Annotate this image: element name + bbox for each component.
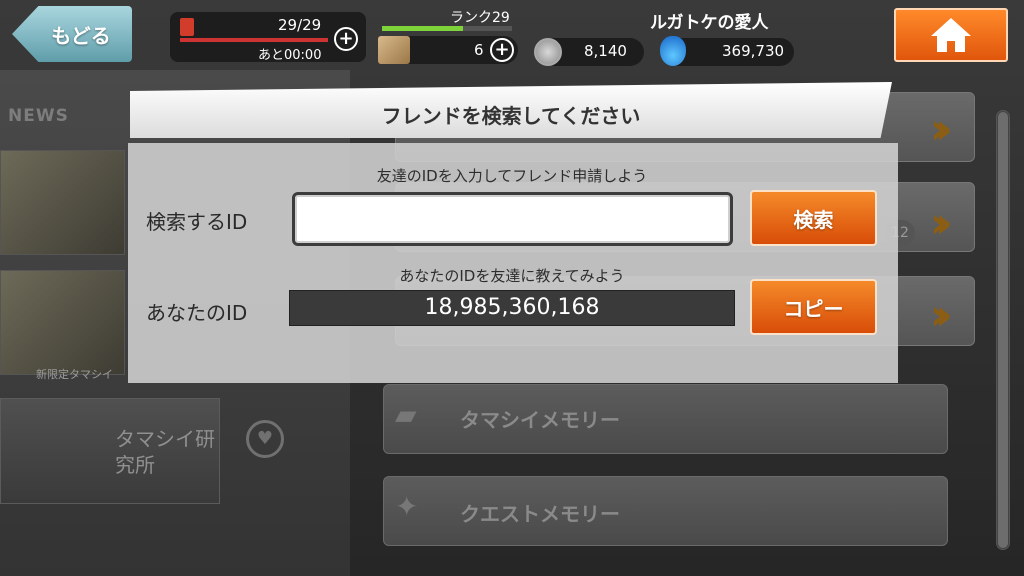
book-icon: ▰ (395, 398, 417, 431)
rank-progress-fill (382, 26, 463, 31)
box-icon (378, 36, 410, 64)
copy-button[interactable]: コピー (750, 279, 877, 335)
your-id-label: あなたのID (146, 301, 248, 325)
menu-label: タマシイメモリー (460, 408, 620, 432)
rank-progress-track (382, 26, 512, 31)
player-name: ルガトケの愛人 (650, 13, 769, 33)
heart-icon: ♥ (246, 420, 284, 458)
plus-icon[interactable]: + (490, 38, 514, 62)
back-button-label: もどる (51, 23, 111, 48)
home-button[interactable] (894, 8, 1008, 62)
stamina-bar (180, 38, 328, 42)
search-id-label: 検索するID (146, 210, 248, 234)
chevron-right-icon: ›› (930, 198, 952, 247)
chevron-right-icon: ›› (930, 290, 952, 339)
potion-icon (660, 36, 686, 66)
lab-label: タマシイ研究所 (115, 427, 215, 477)
home-icon (931, 18, 971, 52)
news-label: NEWS (8, 106, 69, 126)
search-button[interactable]: 検索 (750, 190, 877, 246)
stamina-value: 29/29 (278, 16, 322, 34)
stamina-timer: あと00:00 (258, 48, 322, 63)
coin-icon (534, 38, 562, 66)
chevron-right-icon: ›› (930, 104, 952, 153)
scrollbar-thumb[interactable] (998, 112, 1008, 548)
plus-icon[interactable]: + (334, 27, 358, 51)
box-count: 6 (474, 41, 484, 59)
news-banner (0, 150, 125, 255)
menu-label: クエストメモリー (460, 502, 620, 526)
search-id-input[interactable] (292, 192, 733, 246)
coin-count: 8,140 (584, 42, 627, 60)
search-hint: 友達のIDを入力してフレンド申請しよう (376, 167, 648, 185)
news-banner (0, 270, 125, 375)
fuel-icon (180, 18, 194, 36)
your-id-value: 18,985,360,168 (289, 290, 735, 326)
your-id-hint: あなたのIDを友達に教えてみよう (399, 267, 625, 285)
bird-icon: ✦ (395, 490, 419, 523)
gem-count: 369,730 (722, 42, 785, 60)
banner-caption: 新限定タマシイ (36, 368, 113, 381)
rank-label: ランク29 (450, 10, 510, 26)
dialog-title: フレンドを検索してください (381, 103, 641, 128)
dialog-title-bar: フレンドを検索してください (130, 82, 892, 138)
